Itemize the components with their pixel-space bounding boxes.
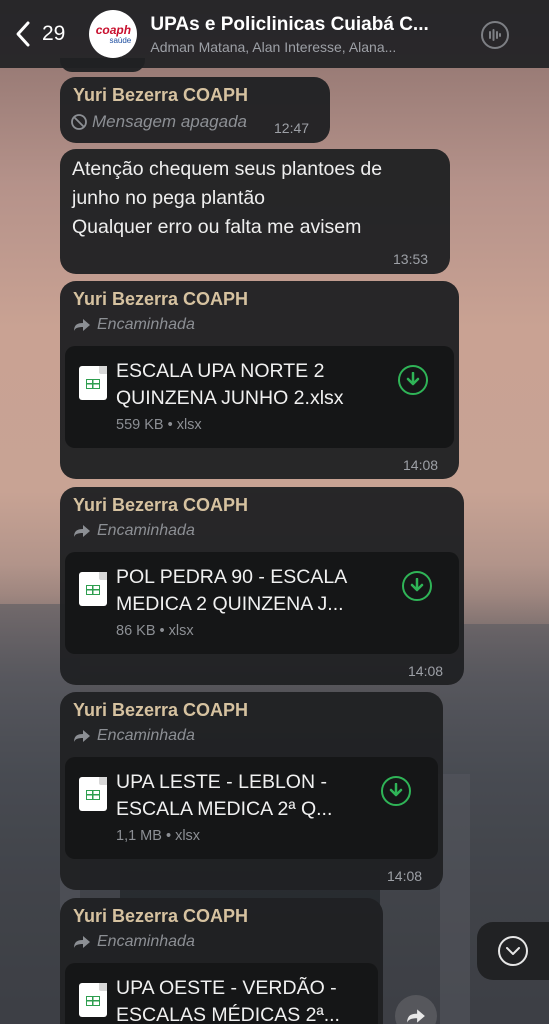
- audio-wave-icon: [489, 29, 501, 41]
- message-time: 14:08: [408, 663, 444, 679]
- file-name: ESCALA MEDICA 2ª Q...: [116, 798, 333, 820]
- forwarded-text: Encaminhada: [97, 316, 195, 333]
- group-avatar[interactable]: coaph saúde: [89, 10, 138, 58]
- download-arrow-icon: [410, 578, 424, 592]
- message-line: Qualquer erro ou falta me avisem: [72, 216, 362, 238]
- forwarded-label: Encaminhada: [73, 727, 195, 745]
- message-time: 14:08: [387, 868, 423, 884]
- sender-name[interactable]: Yuri Bezerra COAPH: [73, 700, 248, 721]
- file-name: POL PEDRA 90 - ESCALA: [116, 566, 348, 588]
- forwarded-label: Encaminhada: [73, 522, 195, 540]
- file-meta: 1,1 MB • xlsx: [116, 828, 201, 844]
- file-meta: 86 KB • xlsx: [116, 623, 194, 639]
- message-bubble-file[interactable]: Yuri Bezerra COAPH Encaminhada UPA OESTE…: [60, 898, 383, 1024]
- forward-arrow-icon: [74, 936, 90, 948]
- message-bubble-previous: [60, 58, 145, 72]
- download-arrow-icon: [406, 372, 420, 386]
- message-line: Atenção chequem seus plantoes de: [72, 158, 383, 180]
- voice-chat-button[interactable]: [481, 21, 509, 49]
- message-bubble-file[interactable]: Yuri Bezerra COAPH Encaminhada POL PEDRA…: [60, 487, 464, 685]
- message-bubble-file[interactable]: Yuri Bezerra COAPH Encaminhada ESCALA UP…: [60, 281, 459, 479]
- file-attachment[interactable]: UPA LESTE - LEBLON - ESCALA MEDICA 2ª Q.…: [65, 757, 438, 859]
- file-name: MEDICA 2 QUINZENA J...: [116, 593, 344, 615]
- file-attachment[interactable]: UPA OESTE - VERDÃO - ESCALAS MÉDICAS 2ª.…: [65, 963, 378, 1024]
- message-time: 13:53: [393, 251, 429, 267]
- sender-name[interactable]: Yuri Bezerra COAPH: [73, 495, 248, 516]
- message-time: 14:08: [403, 457, 439, 473]
- prohibited-icon: [71, 114, 87, 130]
- sender-name[interactable]: Yuri Bezerra COAPH: [73, 289, 248, 310]
- spreadsheet-file-icon: [79, 777, 107, 811]
- unread-count: 29: [42, 22, 66, 45]
- avatar-logo-text: coaph: [95, 22, 132, 37]
- message-time: 12:47: [274, 120, 310, 136]
- deleted-message-text: Mensagem apagada: [92, 112, 248, 131]
- chat-participants: Adman Matana, Alan Interesse, Alana...: [150, 38, 397, 55]
- file-meta: 559 KB • xlsx: [116, 417, 202, 433]
- forwarded-text: Encaminhada: [97, 933, 195, 950]
- chevron-left-icon: [16, 21, 30, 47]
- message-bubble-text[interactable]: Atenção chequem seus plantoes de junho n…: [60, 149, 450, 274]
- forwarded-text: Encaminhada: [97, 522, 195, 539]
- message-bubble-file[interactable]: Yuri Bezerra COAPH Encaminhada UPA LESTE…: [60, 692, 443, 890]
- sender-name[interactable]: Yuri Bezerra COAPH: [73, 85, 248, 106]
- forward-arrow-icon: [74, 525, 90, 537]
- chevron-down-icon: [498, 936, 528, 966]
- spreadsheet-file-icon: [79, 572, 107, 606]
- chat-info[interactable]: UPAs e Policlinicas Cuiabá C... Adman Ma…: [150, 14, 450, 55]
- download-button[interactable]: [398, 365, 428, 395]
- file-attachment[interactable]: ESCALA UPA NORTE 2 QUINZENA JUNHO 2.xlsx…: [65, 346, 454, 448]
- file-name: ESCALAS MÉDICAS 2ª...: [116, 1004, 340, 1024]
- message-bubble-deleted[interactable]: Yuri Bezerra COAPH Mensagem apagada 12:4…: [60, 77, 330, 143]
- forwarded-text: Encaminhada: [97, 727, 195, 744]
- file-name: ESCALA UPA NORTE 2: [116, 360, 325, 382]
- forwarded-label: Encaminhada: [73, 316, 195, 334]
- spreadsheet-file-icon: [79, 983, 107, 1017]
- back-button[interactable]: 29: [14, 20, 65, 48]
- file-name: UPA LESTE - LEBLON -: [116, 771, 327, 793]
- scroll-to-bottom-button[interactable]: [477, 922, 549, 980]
- avatar-logo-subtext: saúde: [109, 35, 132, 45]
- share-arrow-icon: [407, 1009, 425, 1023]
- file-name: UPA OESTE - VERDÃO -: [116, 977, 337, 999]
- forwarded-label: Encaminhada: [73, 933, 195, 951]
- sender-name[interactable]: Yuri Bezerra COAPH: [73, 906, 248, 927]
- download-arrow-icon: [389, 783, 403, 797]
- chat-title: UPAs e Policlinicas Cuiabá C...: [150, 13, 429, 35]
- message-line: junho no pega plantão: [72, 187, 266, 209]
- forward-arrow-icon: [74, 319, 90, 331]
- file-name: QUINZENA JUNHO 2.xlsx: [116, 387, 344, 409]
- download-button[interactable]: [402, 571, 432, 601]
- deleted-message-label: Mensagem apagada: [70, 112, 247, 132]
- forward-arrow-icon: [74, 730, 90, 742]
- download-button[interactable]: [381, 776, 411, 806]
- spreadsheet-file-icon: [79, 366, 107, 400]
- file-attachment[interactable]: POL PEDRA 90 - ESCALA MEDICA 2 QUINZENA …: [65, 552, 459, 654]
